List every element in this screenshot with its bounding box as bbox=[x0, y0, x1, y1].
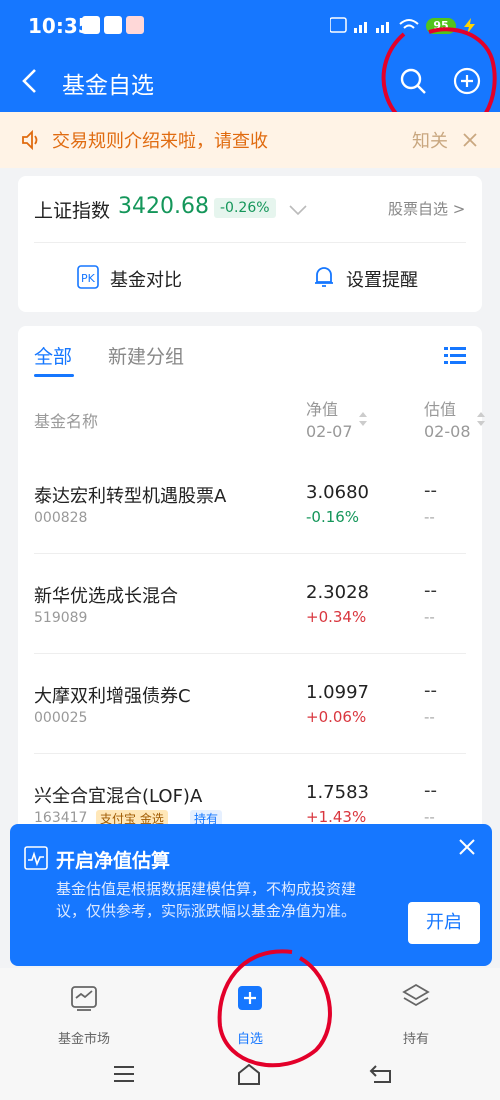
column-header-name: 基金名称 bbox=[34, 412, 99, 431]
notice-text: 交易规则介绍来啦，请查收 bbox=[52, 131, 268, 152]
fund-name: 兴全合宜混合(LOF)A bbox=[34, 786, 203, 807]
notification-icon bbox=[126, 16, 144, 34]
tab-new-group[interactable]: 新建分组 bbox=[108, 342, 184, 369]
set-alert-label: 设置提醒 bbox=[346, 270, 418, 291]
fund-compare-label: 基金对比 bbox=[110, 270, 182, 291]
fund-estimate-change: -- bbox=[424, 708, 435, 726]
index-card: 上证指数 3420.68 -0.26% 股票自选 > PK 基金对比 设置提醒 bbox=[18, 176, 482, 312]
header: 基金自选 bbox=[0, 27, 500, 139]
chart-pulse-icon bbox=[24, 846, 48, 870]
estimation-banner: 开启净值估算 基金估值是根据数据建模估算，不构成投资建议，仅供参考，实际涨跌幅以… bbox=[10, 824, 492, 966]
bottom-tab-bar: 基金市场 自选 持有 bbox=[0, 949, 500, 1100]
fund-row[interactable]: 泰达宏利转型机遇股票A 000828 3.0680 -0.16% -- -- bbox=[18, 454, 482, 554]
back-nav-icon[interactable] bbox=[368, 1062, 394, 1084]
notification-icon bbox=[104, 16, 122, 34]
tab-all[interactable]: 全部 bbox=[34, 342, 72, 369]
fund-change: +0.06% bbox=[306, 708, 367, 726]
annotation-circle bbox=[217, 949, 332, 1068]
close-icon[interactable] bbox=[462, 132, 478, 148]
menu-nav-icon[interactable] bbox=[112, 1064, 136, 1084]
chevron-down-icon[interactable] bbox=[288, 204, 308, 216]
fund-nav: 2.3028 bbox=[306, 582, 369, 603]
stock-watchlist-link[interactable]: 股票自选 > bbox=[388, 198, 465, 219]
tab-underline bbox=[34, 374, 74, 377]
market-icon bbox=[71, 986, 97, 1011]
fund-estimate-change: -- bbox=[424, 508, 435, 526]
column-header-nav[interactable]: 净值 bbox=[306, 396, 338, 420]
fund-list: 全部 新建分组 基金名称 净值 02-07 估值 02-08 泰达宏利转型机遇股… bbox=[18, 326, 485, 846]
fund-estimate: -- bbox=[424, 580, 437, 601]
fund-nav: 1.7583 bbox=[306, 782, 369, 803]
divider bbox=[34, 242, 466, 243]
fund-estimate: -- bbox=[424, 480, 437, 501]
column-header-nav-date: 02-07 bbox=[306, 422, 353, 441]
fund-nav: 1.0997 bbox=[306, 682, 369, 703]
bell-icon bbox=[315, 267, 333, 287]
fund-name: 大摩双利增强债券C bbox=[34, 686, 191, 707]
index-change-badge: -0.26% bbox=[214, 198, 276, 218]
fund-name: 新华优选成长混合 bbox=[34, 586, 178, 607]
fund-code: 519089 bbox=[34, 610, 88, 626]
banner-title: 开启净值估算 bbox=[56, 850, 171, 872]
sort-icon[interactable] bbox=[476, 410, 486, 428]
index-value: 3420.68 bbox=[118, 194, 209, 219]
fund-estimate-change: -- bbox=[424, 608, 435, 626]
fund-nav: 3.0680 bbox=[306, 482, 369, 503]
sort-icon[interactable] bbox=[358, 410, 368, 428]
list-menu-icon[interactable] bbox=[444, 346, 466, 366]
index-name: 上证指数 bbox=[34, 200, 111, 222]
page-title: 基金自选 bbox=[62, 73, 154, 99]
banner-description: 基金估值是根据数据建模估算，不构成投资建议，仅供参考，实际涨跌幅以基金净值为准。 bbox=[56, 880, 357, 920]
fund-estimate: -- bbox=[424, 780, 437, 801]
notification-icon bbox=[82, 16, 100, 34]
fund-code: 000828 bbox=[34, 510, 88, 526]
fund-code: 000025 bbox=[34, 710, 88, 726]
tab-fund-market[interactable]: 基金市场 bbox=[34, 978, 134, 1048]
tab-holding-label: 持有 bbox=[402, 1032, 429, 1047]
notice-bar[interactable]: 交易规则介绍来啦，请查收 知关 bbox=[0, 112, 500, 168]
fund-change: -0.16% bbox=[306, 508, 360, 526]
tab-holding[interactable]: 持有 bbox=[366, 978, 466, 1048]
layers-icon bbox=[402, 983, 430, 1007]
fund-name: 泰达宏利转型机遇股票A bbox=[34, 486, 227, 507]
column-header-est[interactable]: 估值 bbox=[424, 396, 456, 420]
fund-row[interactable]: 大摩双利增强债券C 000025 1.0997 +0.06% -- -- bbox=[18, 654, 482, 754]
notice-close-text[interactable]: 知关 bbox=[412, 127, 448, 153]
speaker-icon bbox=[22, 129, 38, 151]
tab-fund-market-label: 基金市场 bbox=[57, 1032, 110, 1047]
fund-estimate: -- bbox=[424, 680, 437, 701]
enable-estimate-button[interactable]: 开启 bbox=[408, 902, 480, 944]
back-arrow-icon[interactable] bbox=[20, 68, 40, 94]
svg-text:PK: PK bbox=[81, 272, 96, 285]
fund-row[interactable]: 新华优选成长混合 519089 2.3028 +0.34% -- -- bbox=[18, 554, 482, 654]
close-icon[interactable] bbox=[458, 838, 476, 856]
compare-icon: PK bbox=[77, 265, 99, 289]
column-header-est-date: 02-08 bbox=[424, 422, 471, 441]
fund-change: +0.34% bbox=[306, 608, 367, 626]
